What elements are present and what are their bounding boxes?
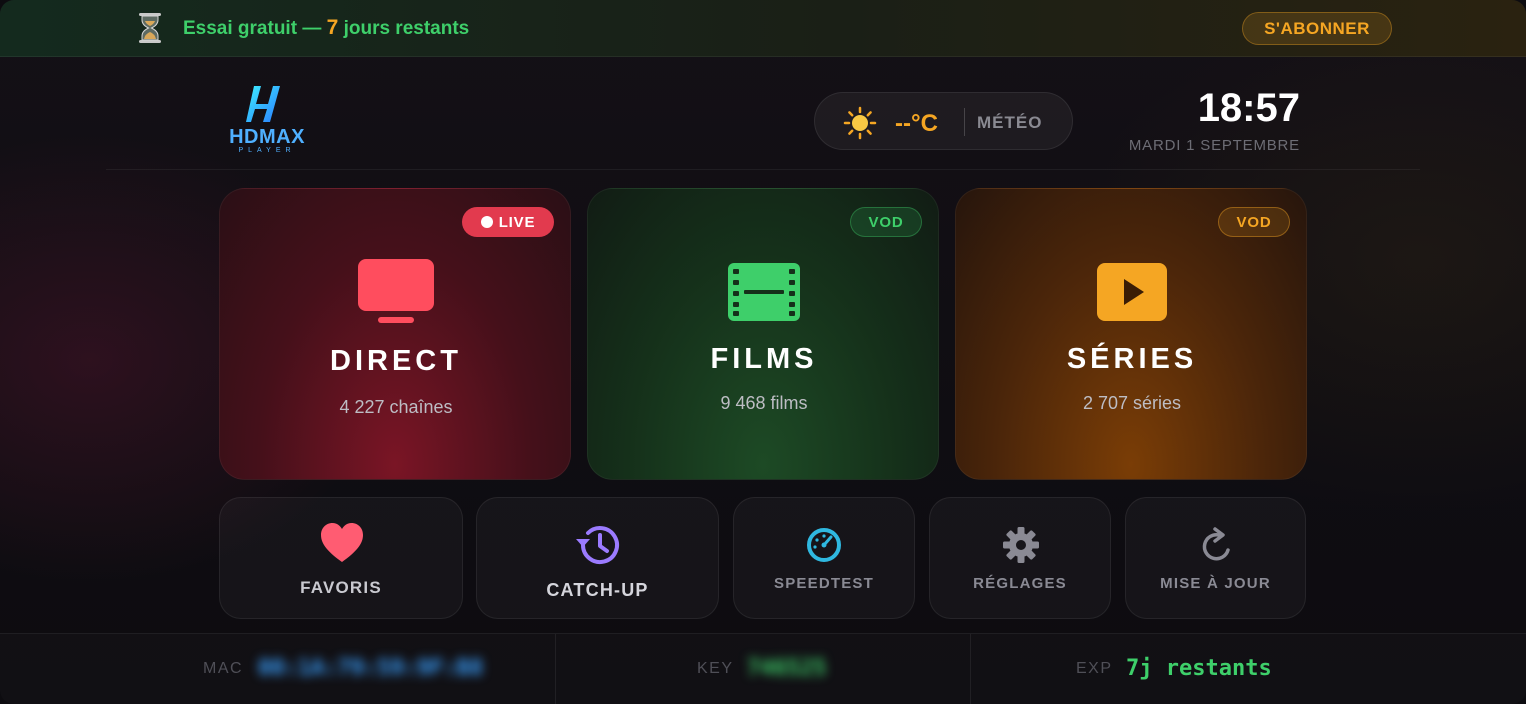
mise-a-jour-tile[interactable]: MISE À JOUR — [1125, 497, 1306, 619]
sun-icon — [843, 106, 877, 140]
films-card[interactable]: VOD FILMS 9 468 films — [587, 188, 939, 480]
logo-subtext: PLAYER — [238, 147, 296, 154]
speedtest-tile[interactable]: SPEEDTEST — [733, 497, 915, 619]
exp-label: EXP — [1076, 660, 1113, 677]
catchup-label: CATCH-UP — [546, 580, 649, 600]
footer-divider — [555, 634, 556, 704]
clock-date: MARDI 1 SEPTEMBRE — [1128, 137, 1300, 154]
direct-title: DIRECT — [330, 345, 462, 377]
trial-suffix: jours restants — [343, 18, 470, 39]
series-count: 2 707 séries — [1082, 393, 1182, 413]
clock-time: 18:57 — [1197, 86, 1300, 130]
direct-card[interactable]: LIVE DIRECT 4 227 chaînes — [219, 188, 571, 480]
series-card[interactable]: VOD SÉRIES 2 707 séries — [955, 188, 1307, 480]
app-screen: Essai gratuit — 7 jours restants S'ABONN… — [0, 0, 1526, 704]
heart-icon — [321, 523, 363, 562]
trial-days: 7 — [326, 16, 339, 39]
trial-text: Essai gratuit — 7 jours restants — [183, 16, 469, 40]
footer-divider — [970, 634, 971, 704]
speedometer-icon — [807, 528, 841, 562]
favoris-label: FAVORIS — [300, 578, 382, 597]
weather-label: MÉTÉO — [977, 113, 1043, 132]
reglages-tile[interactable]: RÉGLAGES — [929, 497, 1111, 619]
weather-widget[interactable]: --°C MÉTÉO — [814, 92, 1073, 150]
play-icon — [1097, 263, 1167, 321]
history-icon — [576, 526, 619, 565]
series-title: SÉRIES — [1066, 343, 1198, 375]
tv-icon — [358, 259, 434, 323]
mac-label: MAC — [203, 660, 244, 677]
reglages-label: RÉGLAGES — [973, 575, 1067, 592]
vod-badge: VOD — [1218, 207, 1290, 237]
logo-mark-icon — [246, 86, 280, 122]
mac-value: 00:1A:79:59:9F:B8 — [258, 656, 484, 681]
key-value: 746525 — [747, 656, 827, 681]
subscribe-button[interactable]: S'ABONNER — [1242, 12, 1392, 45]
live-dot-icon — [480, 216, 493, 228]
refresh-icon — [1202, 527, 1230, 561]
hourglass-icon — [139, 13, 161, 43]
live-badge-label: LIVE — [498, 213, 536, 231]
favoris-tile[interactable]: FAVORIS — [219, 497, 463, 619]
gear-icon — [1003, 527, 1039, 563]
direct-count: 4 227 chaînes — [339, 397, 453, 417]
films-count: 9 468 films — [720, 393, 808, 413]
catchup-tile[interactable]: CATCH-UP — [476, 497, 719, 619]
exp-value: 7j restants — [1126, 656, 1272, 681]
speedtest-label: SPEEDTEST — [774, 575, 874, 592]
weather-divider — [964, 108, 965, 136]
mise-a-jour-label: MISE À JOUR — [1160, 575, 1271, 592]
device-info-footer: MAC 00:1A:79:59:9F:B8 KEY 746525 EXP 7j … — [0, 633, 1526, 704]
films-title: FILMS — [710, 343, 818, 375]
vod-badge: VOD — [850, 207, 922, 237]
header-divider — [106, 169, 1420, 170]
app-logo: HDMAX PLAYER — [222, 82, 312, 158]
trial-banner: Essai gratuit — 7 jours restants S'ABONN… — [0, 0, 1526, 57]
film-icon — [728, 263, 800, 321]
key-label: KEY — [697, 660, 734, 677]
live-badge: LIVE — [462, 207, 554, 237]
logo-text: HDMAX — [229, 126, 305, 148]
trial-prefix: Essai gratuit — — [183, 18, 322, 39]
weather-temperature: --°C — [895, 110, 938, 137]
